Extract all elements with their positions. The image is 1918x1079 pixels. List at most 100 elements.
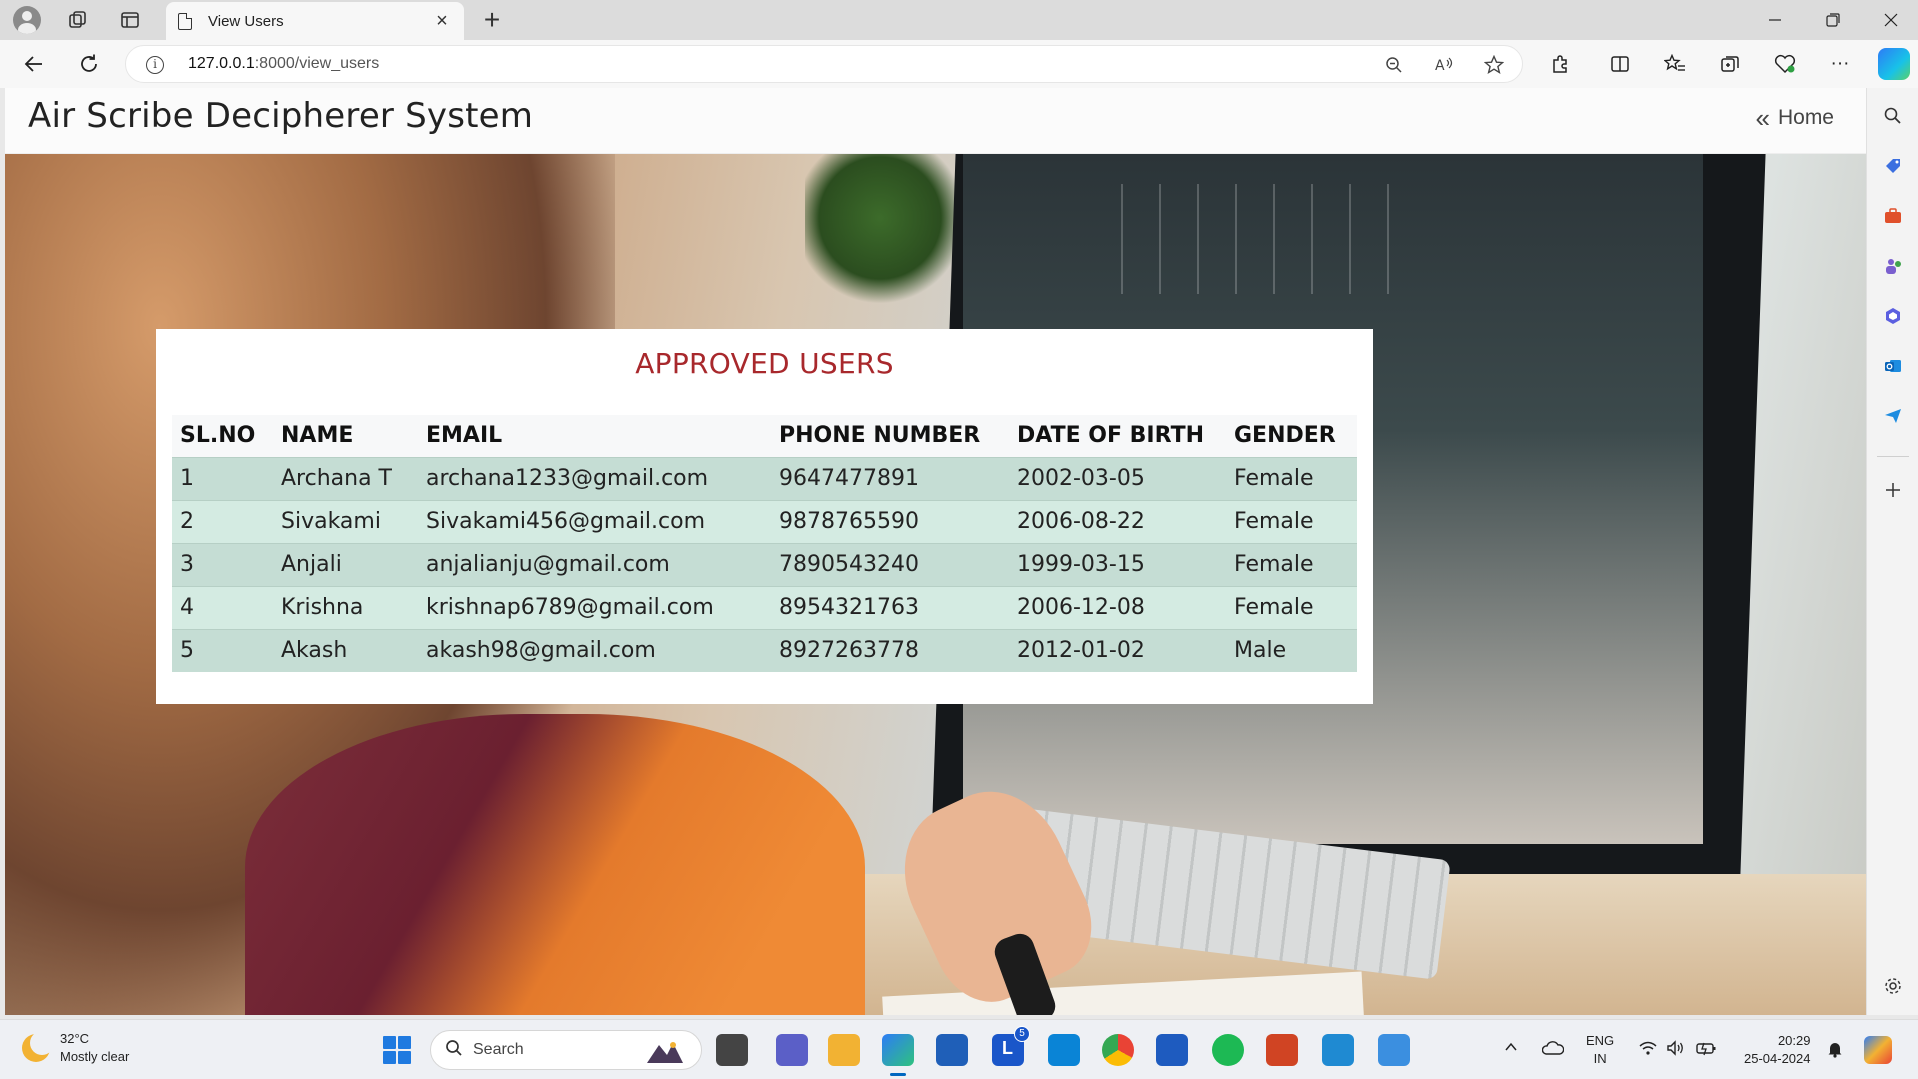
edge-sidebar <box>1866 88 1918 1015</box>
tab-actions-icon[interactable] <box>114 6 146 34</box>
powerpoint-icon[interactable] <box>1266 1034 1298 1066</box>
word-icon[interactable] <box>1156 1034 1188 1066</box>
browser-essentials-icon[interactable] <box>1770 50 1800 78</box>
card-title: APPROVED USERS <box>635 347 894 380</box>
cell-phone: 7890543240 <box>771 542 1009 586</box>
background-photo: APPROVED USERS SL.NO NAME EMAIL PHONE NU… <box>5 154 1866 1015</box>
tools-briefcase-icon[interactable] <box>1881 204 1905 228</box>
lang-bottom: IN <box>1593 1051 1607 1066</box>
vscode-icon[interactable] <box>1322 1034 1354 1066</box>
minimize-button[interactable] <box>1746 0 1804 40</box>
cell-slno: 4 <box>172 585 273 629</box>
notification-bell-icon[interactable] <box>1826 1040 1844 1063</box>
zoom-icon[interactable] <box>1382 54 1406 76</box>
onedrive-icon[interactable] <box>1541 1040 1565 1061</box>
info-icon[interactable]: i <box>146 56 164 74</box>
battery-icon[interactable] <box>1696 1040 1718 1061</box>
cell-email: anjalianju@gmail.com <box>418 542 771 586</box>
weather-widget[interactable]: 32°C Mostly clear <box>22 1030 129 1066</box>
edge-browser-icon[interactable] <box>882 1034 914 1076</box>
drop-send-icon[interactable] <box>1881 404 1905 428</box>
site-title[interactable]: Air Scribe Decipherer System <box>28 96 533 136</box>
close-icon[interactable]: × <box>432 10 452 33</box>
close-window-button[interactable] <box>1862 0 1918 40</box>
teams-icon[interactable] <box>776 1034 808 1066</box>
cell-email: Sivakami456@gmail.com <box>418 499 771 543</box>
column-header: DATE OF BIRTH <box>1009 415 1226 457</box>
cell-slno: 3 <box>172 542 273 586</box>
cell-email: archana1233@gmail.com <box>418 456 771 500</box>
task-view-icon[interactable] <box>716 1034 748 1066</box>
copilot-taskbar-icon[interactable] <box>1864 1036 1892 1064</box>
extensions-icon[interactable] <box>1545 50 1575 78</box>
column-header: EMAIL <box>418 415 771 457</box>
workspaces-icon[interactable] <box>62 6 94 34</box>
refresh-button[interactable] <box>71 48 107 80</box>
cell-dob: 2012-01-02 <box>1009 628 1226 672</box>
spotify-icon[interactable] <box>1212 1034 1244 1066</box>
l-app-icon[interactable]: L 5 <box>992 1026 1030 1066</box>
chrome-icon[interactable] <box>1102 1034 1134 1066</box>
column-header: PHONE NUMBER <box>771 415 1009 457</box>
back-button[interactable] <box>16 48 52 80</box>
clock[interactable]: 20:29 25-04-2024 <box>1744 1032 1811 1068</box>
cell-gender: Male <box>1226 628 1357 672</box>
search-icon <box>445 1039 463 1062</box>
store-icon[interactable] <box>936 1034 968 1066</box>
copilot-icon[interactable] <box>1878 48 1910 80</box>
settings-gear-icon[interactable] <box>1881 974 1905 998</box>
wifi-icon[interactable] <box>1638 1040 1658 1061</box>
profile-button[interactable] <box>10 4 44 36</box>
language-indicator[interactable]: ENG IN <box>1586 1032 1614 1068</box>
url-path: :8000/view_users <box>254 55 380 72</box>
taskbar-search[interactable]: Search <box>430 1030 702 1070</box>
cell-gender: Female <box>1226 585 1357 629</box>
favorites-icon[interactable] <box>1660 50 1690 78</box>
split-screen-icon[interactable] <box>1605 50 1635 78</box>
cell-phone: 8954321763 <box>771 585 1009 629</box>
favorite-star-icon[interactable] <box>1482 54 1506 76</box>
feedback-app-icon[interactable] <box>1378 1034 1410 1066</box>
home-link[interactable]: « Home <box>1755 103 1835 133</box>
tab-title: View Users <box>208 12 284 30</box>
read-aloud-icon[interactable]: A <box>1432 54 1456 76</box>
microsoft-365-icon[interactable] <box>1881 304 1905 328</box>
outlook-icon[interactable] <box>1881 354 1905 378</box>
cell-phone: 8927263778 <box>771 628 1009 672</box>
cell-phone: 9647477891 <box>771 456 1009 500</box>
search-placeholder: Search <box>473 1041 524 1058</box>
address-bar[interactable]: i 127.0.0.1:8000/view_users A <box>125 45 1523 83</box>
plus-icon: + <box>483 4 501 35</box>
cell-gender: Female <box>1226 456 1357 500</box>
weather-temp: 32°C <box>60 1031 90 1046</box>
cell-name: Krishna <box>273 585 418 629</box>
new-tab-button[interactable]: + <box>476 4 508 36</box>
lang-top: ENG <box>1586 1033 1615 1048</box>
circle-app-icon[interactable] <box>1048 1034 1080 1066</box>
restore-button[interactable] <box>1804 0 1862 40</box>
file-explorer-icon[interactable] <box>828 1034 860 1066</box>
cell-dob: 2002-03-05 <box>1009 456 1226 500</box>
url-text[interactable]: 127.0.0.1:8000/view_users <box>188 55 379 73</box>
moon-icon <box>22 1031 54 1062</box>
clock-date: 25-04-2024 <box>1744 1051 1811 1066</box>
cell-name: Sivakami <box>273 499 418 543</box>
collections-icon[interactable] <box>1715 50 1745 78</box>
start-windows-icon[interactable] <box>383 1036 411 1064</box>
url-host: 127.0.0.1 <box>188 55 255 72</box>
cell-name: Akash <box>273 628 418 672</box>
column-header: GENDER <box>1226 415 1357 457</box>
more-icon[interactable]: ··· <box>1825 50 1855 78</box>
chevron-double-left-icon: « <box>1755 103 1770 133</box>
volume-icon[interactable] <box>1666 1040 1686 1061</box>
chevron-up-icon[interactable] <box>1504 1040 1518 1059</box>
games-icon[interactable] <box>1881 254 1905 278</box>
shopping-tag-icon[interactable] <box>1881 154 1905 178</box>
add-icon[interactable] <box>1881 478 1905 502</box>
users-table: SL.NO NAME EMAIL PHONE NUMBER DATE OF BI… <box>172 415 1357 672</box>
column-header: NAME <box>273 415 418 457</box>
browser-tab[interactable]: View Users × <box>166 2 464 40</box>
refresh-icon <box>81 54 97 72</box>
cell-email: akash98@gmail.com <box>418 628 771 672</box>
search-icon[interactable] <box>1881 104 1905 128</box>
